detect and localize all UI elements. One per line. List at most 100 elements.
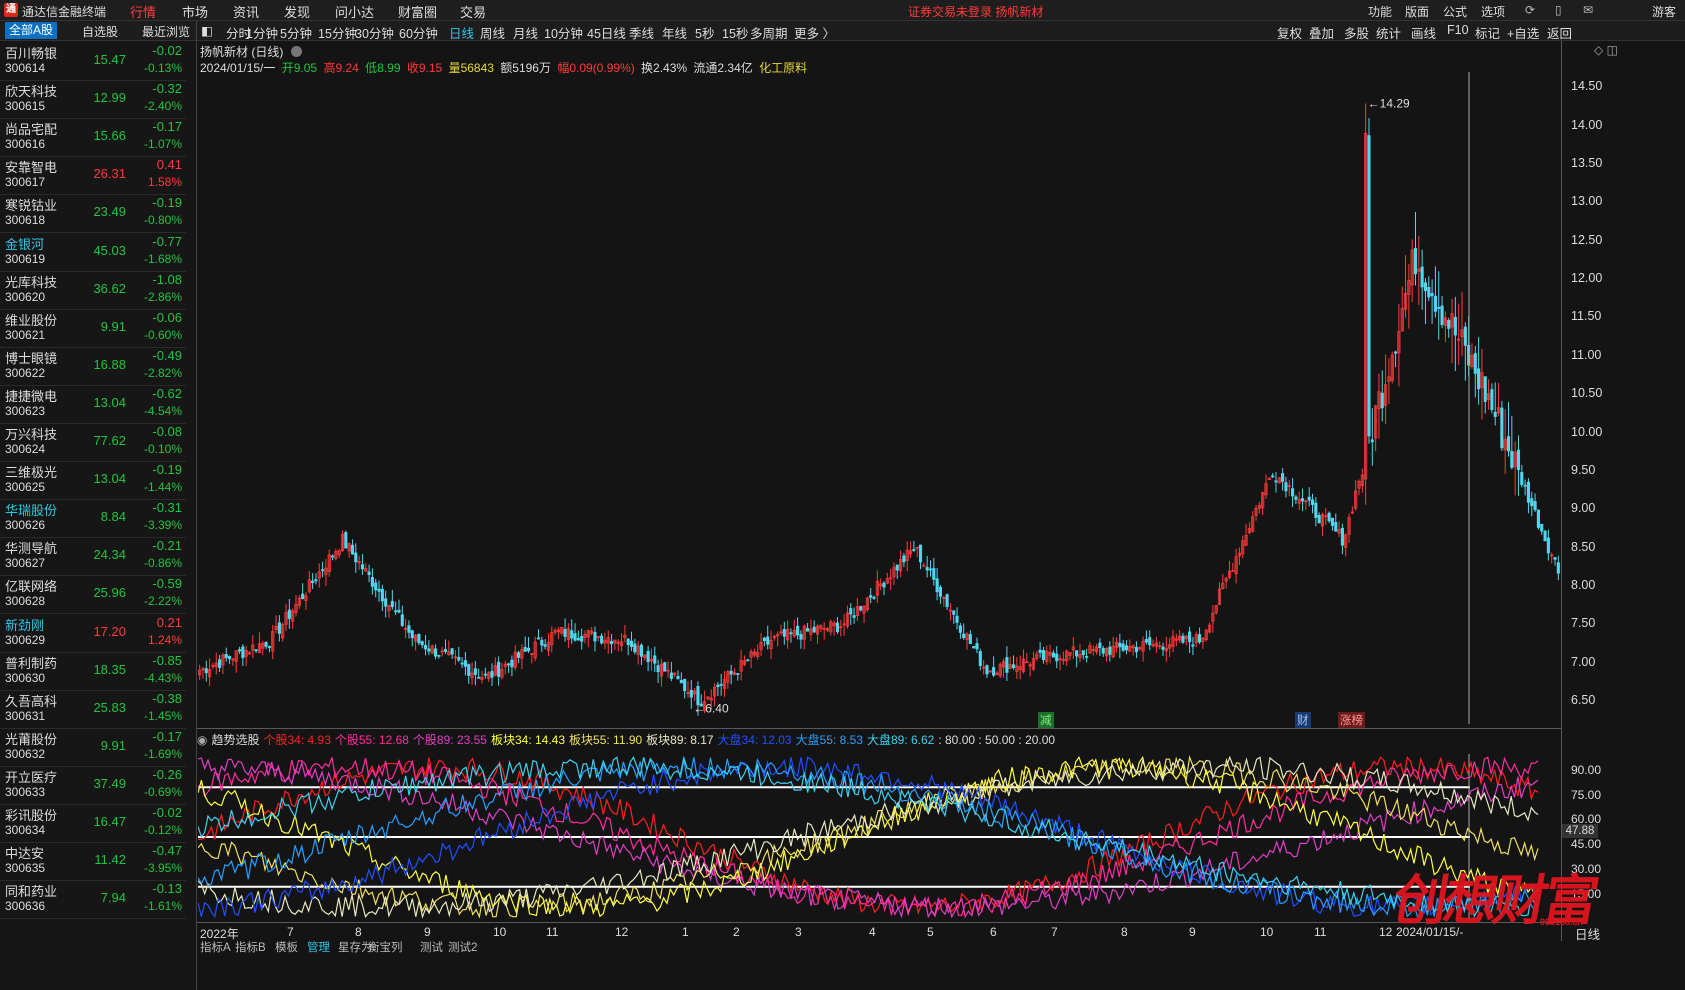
stock-row[interactable]: 金银河 300619 45.03 -0.77 -1.68% — [0, 231, 186, 272]
stock-row[interactable]: 博士眼镜 300622 16.88 -0.49 -2.82% — [0, 345, 186, 386]
refresh-icon[interactable]: ⟳ — [1525, 3, 1535, 17]
tab-watchlist[interactable]: 自选股 — [82, 23, 118, 40]
stock-row[interactable]: 华瑞股份 300626 8.84 -0.31 -3.39% — [0, 497, 186, 539]
menu-hangqing[interactable]: 行情 — [130, 2, 156, 21]
period-tab[interactable]: 30分钟 — [355, 23, 394, 42]
toolbar-button[interactable]: F10 — [1447, 23, 1469, 37]
menu-shichang[interactable]: 市场 — [182, 2, 208, 21]
stock-row[interactable]: 百川畅银 300614 15.47 -0.02 -0.13% — [0, 40, 186, 81]
stock-row[interactable]: 安靠智电 300617 26.31 0.41 1.58% — [0, 154, 186, 196]
indicator-tab[interactable]: 模板 — [275, 939, 298, 955]
stock-row[interactable]: 欣天科技 300615 12.99 -0.32 -2.40% — [0, 78, 186, 120]
event-marker[interactable]: 财 — [1295, 712, 1311, 728]
candle — [410, 629, 414, 647]
candle — [1051, 650, 1055, 658]
period-tab[interactable]: 15分钟 — [318, 23, 357, 42]
period-tab[interactable]: 60分钟 — [399, 23, 438, 42]
stock-row[interactable]: 普利制药 300630 18.35 -0.85 -4.43% — [0, 650, 186, 691]
candle — [1081, 650, 1085, 660]
period-tab[interactable]: 多周期 — [750, 23, 788, 42]
indicator-settings-icon[interactable]: ◉ — [197, 733, 207, 747]
stock-row[interactable]: 开立医疗 300633 37.49 -0.26 -0.69% — [0, 764, 186, 805]
candlestick-chart[interactable]: ←14.29 ←6.40 — [198, 72, 1560, 724]
period-tab[interactable]: 季线 — [629, 23, 654, 42]
candle — [1553, 557, 1557, 566]
period-tab[interactable]: 年线 — [662, 23, 687, 42]
candle — [636, 641, 640, 665]
toolbar-button[interactable]: 统计 — [1376, 23, 1401, 42]
tab-recent[interactable]: 最近浏览 — [142, 23, 190, 40]
stock-row[interactable]: 新劲刚 300629 17.20 0.21 1.24% — [0, 612, 186, 653]
candle — [1430, 279, 1434, 324]
sidebar-toggle-icon[interactable]: ◧ — [201, 23, 213, 38]
menu-banmian[interactable]: 版面 — [1405, 3, 1429, 20]
stock-row[interactable]: 同和药业 300636 7.94 -0.13 -1.61% — [0, 878, 186, 920]
stock-row[interactable]: 彩讯股份 300634 16.47 -0.02 -0.12% — [0, 802, 186, 843]
period-tab[interactable]: 1分钟 — [246, 23, 278, 42]
stock-row[interactable]: 捷捷微电 300623 13.04 -0.62 -4.54% — [0, 383, 186, 424]
period-tab[interactable]: 月线 — [513, 23, 538, 42]
toolbar-button[interactable]: 多股 — [1344, 23, 1369, 42]
candle — [1297, 491, 1301, 510]
period-tab[interactable]: 更多 〉 — [794, 23, 835, 42]
toolbar-button[interactable]: 画线 — [1411, 23, 1436, 42]
stock-row[interactable]: 亿联网络 300628 25.96 -0.59 -2.22% — [0, 573, 186, 615]
indicator-tab[interactable]: 指标B — [235, 939, 266, 955]
menu-gongshi[interactable]: 公式 — [1443, 3, 1467, 20]
menu-jiaoyi[interactable]: 交易 — [460, 2, 486, 21]
menu-faxian[interactable]: 发现 — [284, 2, 310, 21]
user-label[interactable]: 游客 — [1652, 3, 1676, 20]
stock-row[interactable]: 三维极光 300625 13.04 -0.19 -1.44% — [0, 459, 186, 501]
stock-change-pct: -2.82% — [143, 365, 182, 380]
candle — [304, 592, 308, 610]
indicator-tab[interactable]: 测试2 — [448, 939, 477, 955]
period-tab[interactable]: 日线 — [449, 23, 474, 42]
indicator-tab[interactable]: 测试 — [420, 939, 443, 955]
message-icon[interactable]: ✉ — [1583, 3, 1593, 17]
indicator-legend-item: 个股89: 23.55 — [412, 733, 487, 747]
indicator-chart[interactable] — [198, 754, 1560, 920]
stock-row[interactable]: 维业股份 300621 9.91 -0.06 -0.60% — [0, 307, 186, 348]
tab-all-a-shares[interactable]: 全部A股 — [5, 22, 58, 39]
stock-row[interactable]: 万兴科技 300624 77.62 -0.08 -0.10% — [0, 421, 186, 462]
indicator-tab[interactable]: 管理 — [307, 939, 330, 955]
period-tab[interactable]: 10分钟 — [544, 23, 583, 42]
price-tick: 8.00 — [1571, 577, 1596, 592]
stock-row[interactable]: 光库科技 300620 36.62 -1.08 -2.86% — [0, 269, 186, 310]
phone-icon[interactable]: ▯ — [1555, 3, 1562, 17]
stock-row[interactable]: 寒锐钴业 300618 23.49 -0.19 -0.80% — [0, 192, 186, 234]
menu-wenxiaoda[interactable]: 问小达 — [335, 2, 374, 21]
chart-settings-icon[interactable] — [290, 46, 302, 57]
period-tab[interactable]: 周线 — [480, 23, 505, 42]
stock-row[interactable]: 久吾高科 300631 25.83 -0.38 -1.45% — [0, 688, 186, 729]
toolbar-button[interactable]: 复权 — [1277, 23, 1302, 42]
stock-row[interactable]: 光莆股份 300632 9.91 -0.17 -1.69% — [0, 726, 186, 767]
period-tab[interactable]: 5秒 — [695, 23, 714, 42]
menu-xuanxiang[interactable]: 选项 — [1481, 3, 1505, 20]
candle — [1244, 523, 1248, 546]
menu-gongneng[interactable]: 功能 — [1368, 3, 1392, 20]
toolbar-button[interactable]: +自选 — [1507, 23, 1539, 42]
event-marker[interactable]: 减 — [1038, 712, 1054, 728]
period-tab[interactable]: 5分钟 — [280, 23, 312, 42]
toolbar-button[interactable]: 返回 — [1547, 23, 1572, 42]
menu-zixun[interactable]: 资讯 — [233, 2, 259, 21]
candle — [1506, 402, 1511, 457]
menu-caifuquan[interactable]: 财富圈 — [398, 2, 437, 21]
period-tab[interactable]: 15秒 — [722, 23, 748, 42]
toolbar-button[interactable]: 标记 — [1475, 23, 1500, 42]
event-marker[interactable]: 涨榜 — [1338, 712, 1365, 728]
candle — [1556, 555, 1560, 581]
period-tab[interactable]: 45日线 — [587, 23, 626, 42]
stock-row[interactable]: 中达安 300635 11.42 -0.47 -3.95% — [0, 840, 186, 882]
stock-change: -0.26 — [152, 766, 182, 782]
stock-row[interactable]: 尚品宅配 300616 15.66 -0.17 -1.07% — [0, 116, 186, 158]
candle — [882, 581, 886, 596]
toolbar-button[interactable]: 叠加 — [1309, 23, 1334, 42]
indicator-tab[interactable]: 指标A — [200, 939, 231, 955]
candle — [1015, 657, 1019, 680]
indicator-tab[interactable]: 衡宝列 — [368, 939, 403, 955]
stock-code: 300630 — [5, 670, 46, 685]
login-warning[interactable]: 证券交易未登录 扬帆新材 — [908, 3, 1043, 20]
stock-row[interactable]: 华测导航 300627 24.34 -0.21 -0.86% — [0, 535, 186, 577]
